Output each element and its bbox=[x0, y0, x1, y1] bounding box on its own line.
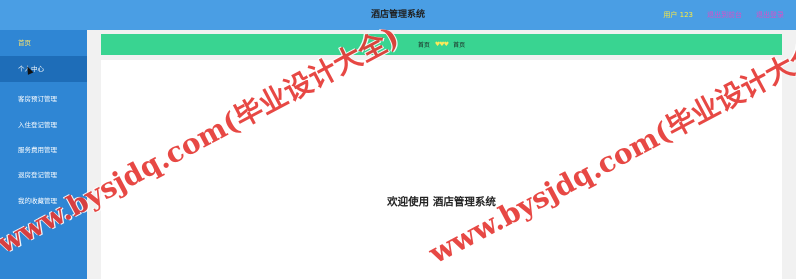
top-bar: 酒店管理系统 用户 123 退出到前台 退出登录 bbox=[0, 0, 796, 30]
logout-link[interactable]: 退出登录 bbox=[756, 10, 784, 20]
exit-to-frontend-link[interactable]: 退出到前台 bbox=[707, 10, 742, 20]
top-right-actions: 用户 123 退出到前台 退出登录 bbox=[663, 0, 784, 30]
breadcrumb-home[interactable]: 首页 bbox=[418, 40, 430, 49]
sidebar-item-service-fees[interactable]: 服务费用管理 bbox=[0, 137, 87, 163]
breadcrumb: 首页 ♥♥♥ 首页 bbox=[101, 34, 782, 55]
breadcrumb-current: 首页 bbox=[453, 42, 466, 49]
sidebar-item-check-in[interactable]: 入住登记管理 bbox=[0, 112, 87, 138]
heart-separator-icon: ♥♥♥ bbox=[434, 41, 449, 48]
sidebar-item-personal-center[interactable]: 个人中心 bbox=[0, 56, 87, 82]
current-user: 用户 123 bbox=[663, 11, 693, 19]
sidebar-item-home[interactable]: 首页 bbox=[0, 30, 87, 56]
welcome-message: 欢迎使用 酒店管理系统 bbox=[387, 196, 496, 208]
app-window: 酒店管理系统 用户 123 退出到前台 退出登录 首页 个人中心 客房预订管理 … bbox=[0, 0, 796, 279]
sidebar-item-room-booking[interactable]: 客房预订管理 bbox=[0, 86, 87, 112]
